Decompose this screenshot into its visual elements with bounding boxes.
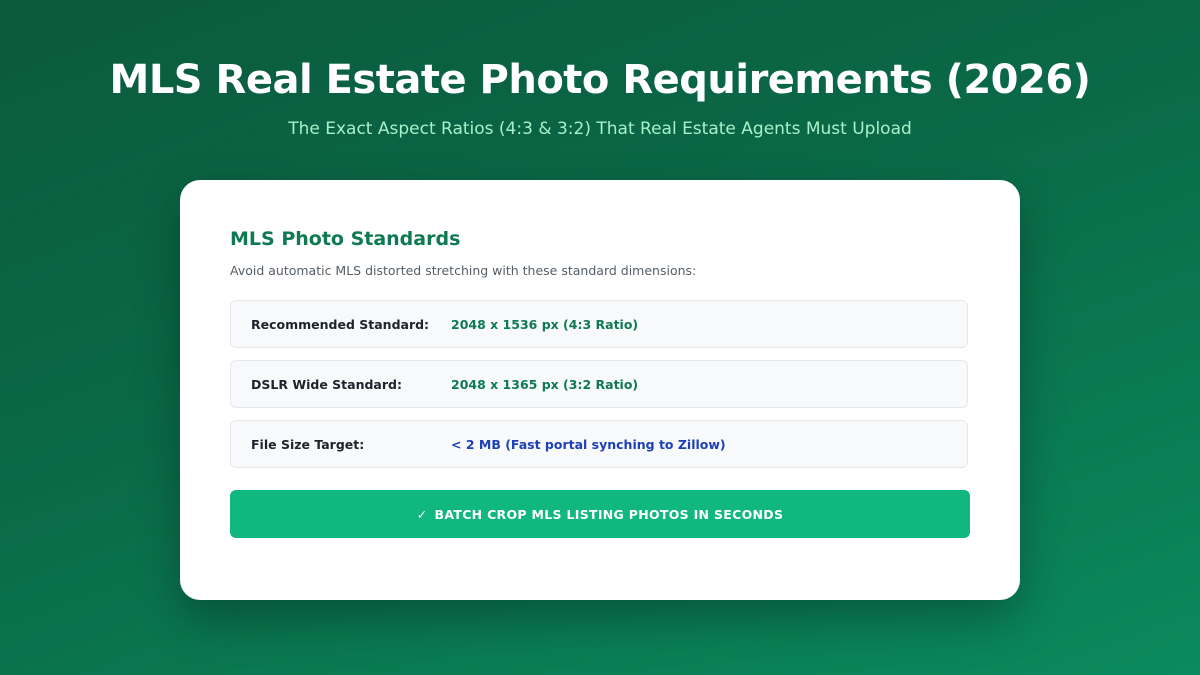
spec-value: 2048 x 1365 px (3:2 Ratio) (451, 377, 639, 392)
page-title: MLS Real Estate Photo Requirements (2026… (109, 57, 1091, 103)
spec-label: Recommended Standard: (251, 317, 430, 332)
batch-crop-button[interactable]: ✓ BATCH CROP MLS LISTING PHOTOS IN SECON… (230, 490, 970, 538)
batch-crop-button-label: BATCH CROP MLS LISTING PHOTOS IN SECONDS (434, 506, 784, 522)
check-icon: ✓ (416, 506, 428, 522)
page-subtitle: The Exact Aspect Ratios (4:3 & 3:2) That… (288, 119, 912, 139)
spec-row-file-size: File Size Target: < 2 MB (Fast portal sy… (230, 420, 968, 468)
spec-label: File Size Target: (251, 437, 365, 452)
spec-row-recommended: Recommended Standard: 2048 x 1536 px (4:… (230, 300, 968, 348)
card-description: Avoid automatic MLS distorted stretching… (230, 263, 697, 278)
spec-value: < 2 MB (Fast portal synching to Zillow) (451, 437, 726, 452)
spec-label: DSLR Wide Standard: (251, 377, 402, 392)
spec-row-dslr-wide: DSLR Wide Standard: 2048 x 1365 px (3:2 … (230, 360, 968, 408)
standards-card: MLS Photo Standards Avoid automatic MLS … (180, 180, 1020, 600)
card-title: MLS Photo Standards (230, 228, 461, 250)
spec-value: 2048 x 1536 px (4:3 Ratio) (451, 317, 639, 332)
